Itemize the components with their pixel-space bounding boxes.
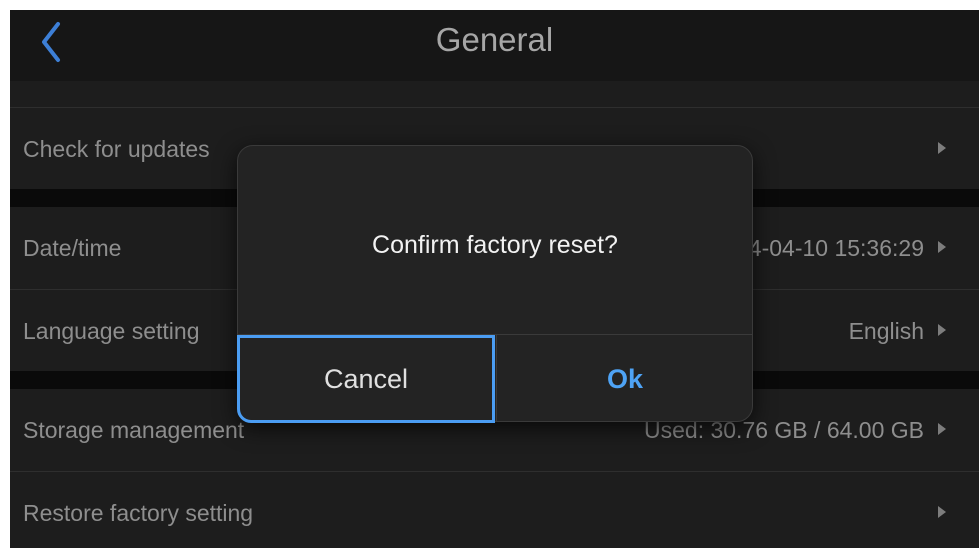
- device-screen: General Check for updates Date/time 2024…: [10, 10, 979, 548]
- confirm-dialog: Confirm factory reset? Cancel Ok: [237, 145, 753, 423]
- dialog-message: Confirm factory reset?: [372, 231, 618, 259]
- ok-button[interactable]: Ok: [497, 335, 753, 423]
- cancel-button[interactable]: Cancel: [237, 335, 495, 423]
- modal-overlay: Confirm factory reset? Cancel Ok: [10, 10, 979, 548]
